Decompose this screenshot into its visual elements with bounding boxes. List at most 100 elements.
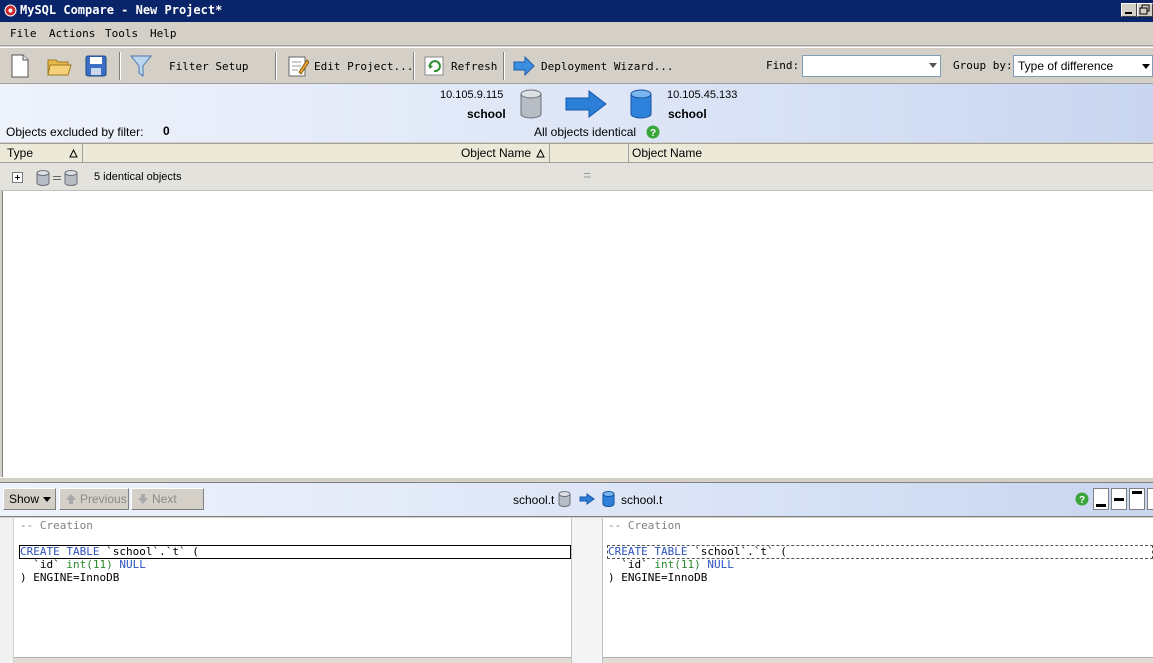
source-database-icon <box>520 89 542 119</box>
open-folder-icon <box>47 59 72 76</box>
target-database-icon <box>630 89 652 119</box>
layout-bottom-button[interactable] <box>1093 488 1109 510</box>
minimize-button[interactable] <box>1121 3 1137 17</box>
column-object-name-right[interactable]: Object Name <box>629 144 1153 163</box>
target-table-name: `school`.`t` ( <box>687 545 787 558</box>
layout-split-icon <box>1114 498 1124 501</box>
group-by-select[interactable]: Type of difference <box>1013 55 1153 77</box>
layout-top-icon <box>1132 491 1142 494</box>
arrow-down-icon <box>138 494 148 504</box>
edit-project-button[interactable]: Edit Project... <box>287 52 413 80</box>
group-row-identical[interactable]: 5 identical objects = <box>0 163 1153 191</box>
source-table-name: `school`.`t` ( <box>99 545 199 558</box>
toolbar-separator <box>275 52 277 80</box>
menu-tools[interactable]: Tools <box>105 27 138 40</box>
status-text: All objects identical <box>534 125 637 139</box>
target-column-name: `id` <box>608 558 655 571</box>
restore-icon <box>1139 4 1150 15</box>
source-host: 10.105.9.115 <box>440 89 504 101</box>
refresh-button[interactable]: Refresh <box>424 52 497 80</box>
next-label: Next <box>152 492 177 506</box>
results-grid-header: Type Object Name Object Name <box>0 143 1153 163</box>
source-horizontal-scrollbar[interactable] <box>14 657 571 663</box>
chevron-down-icon <box>1142 64 1150 69</box>
equal-sign: = <box>583 167 592 183</box>
deployment-wizard-button[interactable]: Deployment Wizard... <box>513 52 673 80</box>
source-database-icon <box>558 491 571 507</box>
source-column-line: `id` int(11) NULL <box>20 558 146 571</box>
column-status[interactable] <box>550 144 629 163</box>
column-type[interactable]: Type <box>0 144 83 163</box>
save-icon <box>85 55 107 77</box>
identical-databases-icon <box>36 170 78 186</box>
layout-split-button[interactable] <box>1111 488 1127 510</box>
previous-button[interactable]: Previous <box>59 488 129 510</box>
target-column-line: `id` int(11) NULL <box>608 558 734 571</box>
toolbar-separator <box>503 52 505 80</box>
group-by-label: Group by: <box>953 59 1013 72</box>
column-object-name-right-label: Object Name <box>632 146 703 160</box>
excluded-count: 0 <box>163 124 170 138</box>
excluded-label: Objects excluded by filter: <box>6 125 144 139</box>
source-column-type: int(11) <box>66 558 113 571</box>
results-grid-body[interactable] <box>2 191 1153 477</box>
target-create-keyword: CREATE TABLE <box>608 545 688 558</box>
svg-text:?: ? <box>1079 495 1085 506</box>
sort-ascending-icon <box>69 149 78 158</box>
group-label: 5 identical objects <box>94 171 182 183</box>
save-button[interactable] <box>84 52 108 80</box>
group-by-value: Type of difference <box>1018 59 1114 73</box>
menu-help[interactable]: Help <box>150 27 177 40</box>
layout-bottom-icon <box>1096 504 1106 507</box>
layout-full-button[interactable] <box>1147 488 1153 510</box>
restore-button[interactable] <box>1137 3 1153 17</box>
source-column-name: `id` <box>20 558 67 571</box>
target-comment-line: -- Creation <box>608 519 681 532</box>
help-icon[interactable]: ? <box>646 125 660 139</box>
next-button[interactable]: Next <box>131 488 204 510</box>
source-create-keyword: CREATE TABLE <box>20 545 100 558</box>
target-sql-pane[interactable]: -- Creation CREATE TABLE `school`.`t` ( … <box>603 518 1153 663</box>
deployment-wizard-label: Deployment Wizard... <box>541 59 674 73</box>
layout-top-button[interactable] <box>1129 488 1145 510</box>
toolbar: Filter Setup Edit Project... Refresh Dep… <box>0 47 1153 83</box>
source-engine-line: ) ENGINE=InnoDB <box>20 571 120 584</box>
filter-icon <box>129 55 153 77</box>
sort-ascending-icon <box>536 149 545 158</box>
edit-project-label: Edit Project... <box>314 59 414 73</box>
chevron-down-icon <box>43 497 51 502</box>
filter-setup-button[interactable]: Filter Setup <box>129 52 248 80</box>
new-button[interactable] <box>8 52 32 80</box>
edit-project-icon <box>288 56 309 77</box>
toolbar-separator <box>119 52 121 80</box>
menu-actions[interactable]: Actions <box>49 27 95 40</box>
target-create-line: CREATE TABLE `school`.`t` ( <box>608 545 787 558</box>
compare-arrow-icon <box>579 493 595 505</box>
target-horizontal-scrollbar[interactable] <box>603 657 1153 663</box>
previous-label: Previous <box>80 492 127 506</box>
find-label: Find: <box>766 59 800 72</box>
source-column-null: NULL <box>112 558 146 571</box>
column-object-name-left-label: Object Name <box>460 146 531 160</box>
filter-setup-label: Filter Setup <box>169 59 249 73</box>
source-sql-pane[interactable]: -- Creation CREATE TABLE `school`.`t` ( … <box>0 518 572 663</box>
new-document-icon <box>11 54 29 78</box>
toolbar-separator <box>413 52 415 80</box>
open-button[interactable] <box>46 52 72 80</box>
window-title: MySQL Compare - New Project* <box>20 3 223 17</box>
target-database: school <box>668 107 707 121</box>
source-gutter <box>0 518 14 663</box>
help-icon[interactable]: ? <box>1075 492 1089 506</box>
source-create-line: CREATE TABLE `school`.`t` ( <box>20 545 199 558</box>
svg-text:?: ? <box>650 128 656 139</box>
show-dropdown-button[interactable]: Show <box>3 488 56 510</box>
menu-file[interactable]: File <box>10 27 37 40</box>
column-object-name-left[interactable]: Object Name <box>83 144 550 163</box>
find-input[interactable] <box>802 55 941 77</box>
pane-divider[interactable] <box>572 518 603 663</box>
source-database: school <box>467 107 506 121</box>
sql-view-toolbar: Show Previous Next school.t school.t ? <box>0 483 1153 517</box>
chevron-down-icon[interactable] <box>929 63 937 68</box>
expand-plus-icon[interactable] <box>12 172 23 183</box>
arrow-up-icon <box>66 494 76 504</box>
